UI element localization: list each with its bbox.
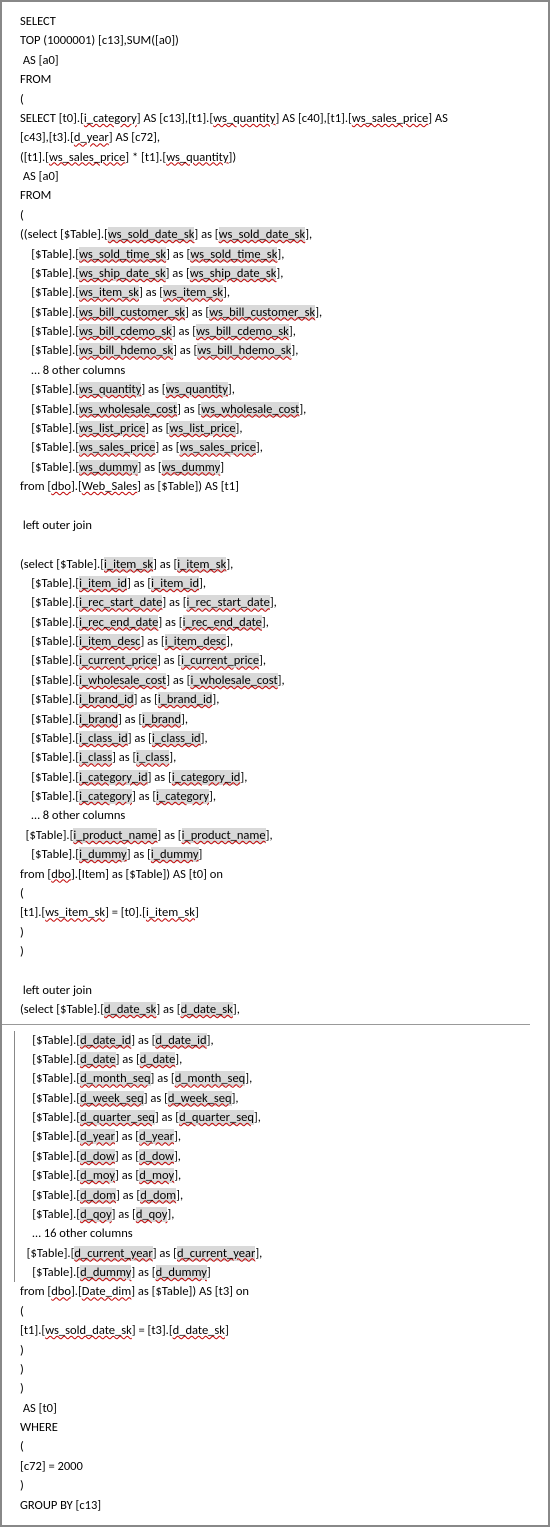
code-line: [$Table].[i_item_id] as [i_item_id], — [20, 574, 548, 593]
code-line: (select [$Table].[d_date_sk] as [d_date_… — [20, 1000, 548, 1019]
code-line: left outer join — [20, 981, 548, 1000]
code-line: ) — [20, 1379, 548, 1398]
code-line: [$Table].[i_category_id] as [i_category_… — [20, 768, 548, 787]
code-line: [$Table].[d_date_id] as [d_date_id], — [21, 1031, 548, 1050]
revision-bar-block: [$Table].[d_date_id] as [d_date_id], [$T… — [14, 1031, 548, 1283]
code-line: … 16 other columns — [21, 1224, 548, 1243]
code-line: ) — [20, 1360, 548, 1379]
code-line: [$Table].[d_month_seq] as [d_month_seq], — [21, 1069, 548, 1088]
code-line: [t1].[ws_sold_date_sk] = [t3].[d_date_sk… — [20, 1321, 548, 1340]
code-line: [$Table].[d_week_seq] as [d_week_seq], — [21, 1089, 548, 1108]
code-line: AS [t0] — [20, 1399, 548, 1418]
code-line: AS [a0] — [20, 51, 548, 70]
code-line: [$Table].[d_year] as [d_year], — [21, 1127, 548, 1146]
code-line: [$Table].[i_brand_id] as [i_brand_id], — [20, 690, 548, 709]
code-line: GROUP BY [c13] — [20, 1496, 548, 1515]
code-line: [$Table].[i_rec_end_date] as [i_rec_end_… — [20, 613, 548, 632]
code-line: [c72] = 2000 — [20, 1457, 548, 1476]
code-line: [$Table].[d_dow] as [d_dow], — [21, 1147, 548, 1166]
code-line: SELECT [t0].[i_category] AS [c13],[t1].[… — [20, 109, 548, 128]
code-line: TOP (1000001) [c13],SUM([a0]) — [20, 31, 548, 50]
code-line: ) — [20, 1341, 548, 1360]
code-line: [$Table].[i_item_desc] as [i_item_desc], — [20, 632, 548, 651]
code-line: AS [a0] — [20, 167, 548, 186]
code-line: ( — [20, 884, 548, 903]
code-line: from [dbo].[Web_Sales] as [$Table]) AS [… — [20, 477, 548, 496]
sql-document: SELECT TOP (1000001) [c13],SUM([a0]) AS … — [0, 0, 550, 1527]
code-line: ( — [20, 1437, 548, 1456]
code-line: [$Table].[ws_bill_cdemo_sk] as [ws_bill_… — [20, 322, 548, 341]
code-line: [$Table].[d_dom] as [d_dom], — [21, 1186, 548, 1205]
code-line: [$Table].[ws_bill_customer_sk] as [ws_bi… — [20, 303, 548, 322]
code-line: [$Table].[i_rec_start_date] as [i_rec_st… — [20, 593, 548, 612]
code-line: SELECT — [20, 12, 548, 31]
code-line: ) — [20, 942, 548, 961]
code-line: (select [$Table].[i_item_sk] as [i_item_… — [20, 555, 548, 574]
code-line: [$Table].[d_dummy] as [d_dummy] — [21, 1263, 548, 1282]
code-line: [$Table].[ws_ship_date_sk] as [ws_ship_d… — [20, 264, 548, 283]
code-line: … 8 other columns — [20, 806, 548, 825]
code-line: [$Table].[i_product_name] as [i_product_… — [20, 826, 548, 845]
code-line: … 8 other columns — [20, 361, 548, 380]
code-line — [20, 496, 548, 515]
code-line: [$Table].[d_moy] as [d_moy], — [21, 1166, 548, 1185]
code-line: [$Table].[i_wholesale_cost] as [i_wholes… — [20, 671, 548, 690]
code-line: FROM — [20, 186, 548, 205]
code-line: [$Table].[ws_sold_time_sk] as [ws_sold_t… — [20, 245, 548, 264]
code-line: ) — [20, 923, 548, 942]
code-line: [$Table].[i_class] as [i_class], — [20, 748, 548, 767]
code-line: [$Table].[ws_bill_hdemo_sk] as [ws_bill_… — [20, 341, 548, 360]
code-line: [$Table].[ws_list_price] as [ws_list_pri… — [20, 419, 548, 438]
code-line: left outer join — [20, 516, 548, 535]
code-line: [t1].[ws_item_sk] = [t0].[i_item_sk] — [20, 903, 548, 922]
code-line: from [dbo].[Date_dim] as [$Table]) AS [t… — [20, 1282, 548, 1301]
code-line: [$Table].[ws_wholesale_cost] as [ws_whol… — [20, 400, 548, 419]
code-line: [$Table].[i_class_id] as [i_class_id], — [20, 729, 548, 748]
code-line: FROM — [20, 70, 548, 89]
code-line: ) — [20, 1476, 548, 1495]
code-line: [$Table].[i_current_price] as [i_current… — [20, 651, 548, 670]
code-line — [20, 535, 548, 554]
code-line: [$Table].[d_date] as [d_date], — [21, 1050, 548, 1069]
code-line: from [dbo].[Item] as [$Table]) AS [t0] o… — [20, 865, 548, 884]
code-line: [$Table].[ws_dummy] as [ws_dummy] — [20, 458, 548, 477]
code-line: [$Table].[d_qoy] as [d_qoy], — [21, 1205, 548, 1224]
code-line: [$Table].[i_category] as [i_category], — [20, 787, 548, 806]
code-line: ( — [20, 206, 548, 225]
code-line: [$Table].[i_dummy] as [i_dummy] — [20, 845, 548, 864]
code-line: [$Table].[i_brand] as [i_brand], — [20, 710, 548, 729]
code-line: [$Table].[d_current_year] as [d_current_… — [21, 1244, 548, 1263]
code-line: [$Table].[ws_item_sk] as [ws_item_sk], — [20, 283, 548, 302]
code-line: WHERE — [20, 1418, 548, 1437]
code-line: ([t1].[ws_sales_price] * [t1].[ws_quanti… — [20, 148, 548, 167]
code-line: ( — [20, 90, 548, 109]
code-line — [20, 961, 548, 980]
code-line: [$Table].[d_quarter_seq] as [d_quarter_s… — [21, 1108, 548, 1127]
code-line: [$Table].[ws_sales_price] as [ws_sales_p… — [20, 438, 548, 457]
page-separator — [2, 1024, 530, 1025]
code-line: ((select [$Table].[ws_sold_date_sk] as [… — [20, 225, 548, 244]
code-line: [$Table].[ws_quantity] as [ws_quantity], — [20, 380, 548, 399]
code-line: [c43],[t3].[d_year] AS [c72], — [20, 128, 548, 147]
code-line: ( — [20, 1302, 548, 1321]
